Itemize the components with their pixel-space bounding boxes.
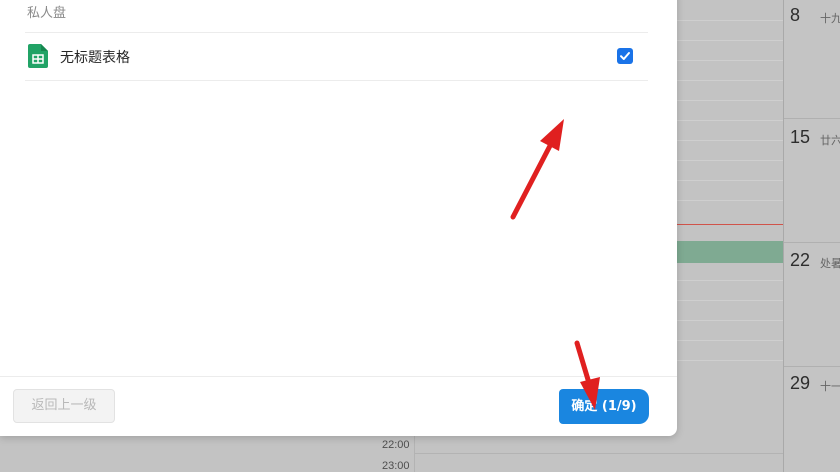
arrow-up-icon [510,119,564,220]
annotation-arrows [510,119,600,410]
arrow-down-icon [574,340,600,410]
